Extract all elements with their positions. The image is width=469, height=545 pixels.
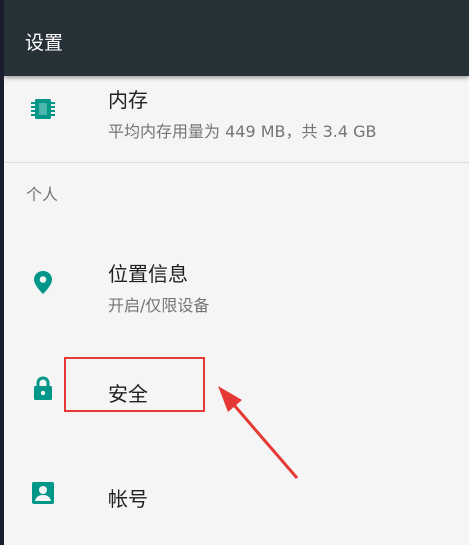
storage-summary: 平均内存用量为 449 MB，共 3.4 GB [108,122,377,141]
location-pin-icon [34,271,52,294]
location-title: 位置信息 [108,262,188,286]
app-bar-title: 设置 [25,32,64,54]
account-title: 帐号 [108,487,148,511]
section-divider [4,162,469,163]
storage-title: 内存 [108,88,148,112]
app-bar: 设置 [4,0,469,76]
settings-item-location[interactable]: 位置信息 开启/仅限设备 [4,242,469,324]
location-summary: 开启/仅限设备 [108,296,210,315]
lock-icon [34,376,52,400]
section-header-personal: 个人 [26,185,59,204]
settings-item-storage[interactable]: 内存 平均内存用量为 449 MB，共 3.4 GB [4,76,469,162]
annotation-highlight-box [64,357,205,412]
memory-chip-icon [31,99,55,119]
settings-screen: 设置 内存 平均内存用量为 449 MB，共 3.4 GB 个人 位置信息 开启… [4,0,469,545]
account-box-icon [32,482,54,504]
annotation-arrow-icon [218,386,299,479]
